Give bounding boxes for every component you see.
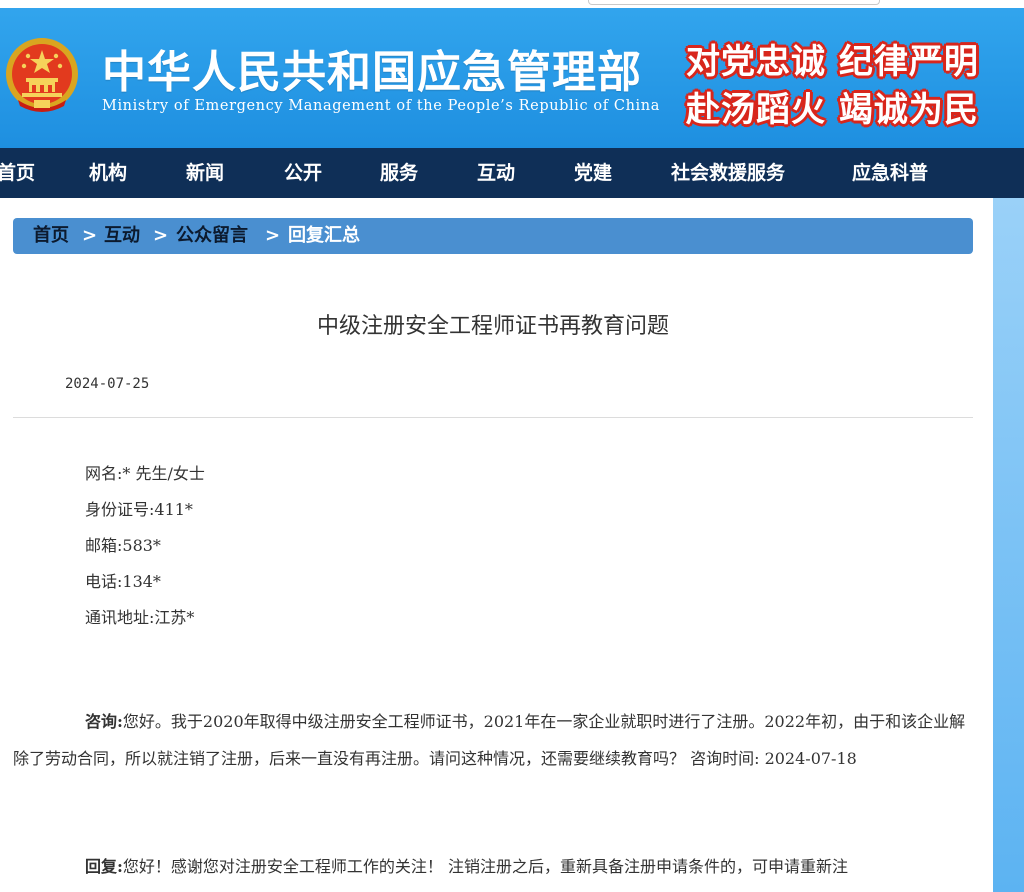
- info-address: 通讯地址:江苏*: [85, 608, 195, 627]
- site-subtitle: Ministry of Emergency Management of the …: [102, 98, 660, 114]
- question-text: 您好。我于2020年取得中级注册安全工程师证书，2021年在一家企业就职时进行了…: [13, 712, 966, 768]
- national-emblem-icon[interactable]: [4, 36, 80, 116]
- site-title[interactable]: 中华人民共和国应急管理部: [102, 36, 642, 100]
- breadcrumb-home[interactable]: 首页: [33, 218, 69, 254]
- breadcrumb-separator: >: [153, 225, 169, 246]
- info-email: 邮箱:583*: [85, 536, 161, 555]
- breadcrumb-separator: >: [82, 225, 98, 246]
- question-paragraph: 咨询:您好。我于2020年取得中级注册安全工程师证书，2021年在一家企业就职时…: [13, 703, 968, 777]
- slogan-line-2: 赴汤蹈火 竭诚为民: [686, 90, 979, 130]
- nav-item-interaction[interactable]: 互动: [477, 148, 515, 198]
- question-label: 咨询:: [85, 712, 123, 731]
- nav-item-public[interactable]: 公开: [284, 148, 322, 198]
- nav-item-rescue-services[interactable]: 社会救援服务: [671, 148, 785, 198]
- search-box[interactable]: [588, 0, 880, 5]
- top-strip: [0, 0, 1024, 8]
- nav-item-news[interactable]: 新闻: [186, 148, 224, 198]
- breadcrumb-interaction[interactable]: 互动: [104, 218, 140, 254]
- breadcrumb-public-messages[interactable]: 公众留言: [176, 218, 248, 254]
- nav-item-organization[interactable]: 机构: [89, 148, 127, 198]
- info-name: 网名:* 先生/女士: [85, 464, 205, 483]
- slogan-line-1: 对党忠诚 纪律严明: [686, 42, 979, 82]
- nav-item-party[interactable]: 党建: [574, 148, 612, 198]
- breadcrumb-separator: >: [265, 225, 281, 246]
- nav-item-services[interactable]: 服务: [380, 148, 418, 198]
- info-id-number: 身份证号:411*: [85, 500, 193, 519]
- side-decoration: [993, 198, 1024, 892]
- divider: [13, 417, 973, 418]
- nav-item-science[interactable]: 应急科普: [852, 148, 928, 198]
- info-phone: 电话:134*: [85, 572, 161, 591]
- reply-text: 您好！感谢您对注册安全工程师工作的关注！ 注销注册之后，重新具备注册申请条件的，…: [122, 857, 849, 876]
- site-header: 中华人民共和国应急管理部 Ministry of Emergency Manag…: [0, 0, 1024, 148]
- reply-paragraph: 回复:您好！感谢您对注册安全工程师工作的关注！ 注销注册之后，重新具备注册申请条…: [13, 848, 968, 885]
- reply-label: 回复:: [85, 857, 123, 876]
- main-nav: 首页 机构 新闻 公开 服务 互动 党建 社会救援服务 应急科普: [0, 148, 1024, 198]
- article-title: 中级注册安全工程师证书再教育问题: [316, 314, 669, 339]
- breadcrumb: 首页 > 互动 > 公众留言 > 回复汇总: [13, 218, 973, 254]
- nav-item-home[interactable]: 首页: [0, 148, 35, 198]
- breadcrumb-current[interactable]: 回复汇总: [288, 218, 360, 254]
- article-date: 2024-07-25: [65, 376, 150, 392]
